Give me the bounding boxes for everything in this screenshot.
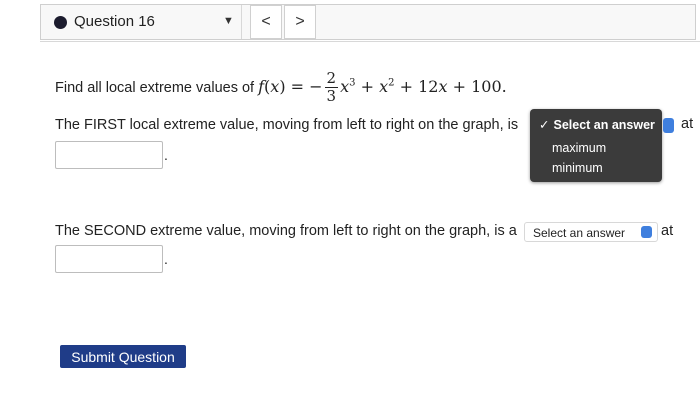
first-extreme-sentence: The FIRST local extreme value, moving fr… <box>55 117 519 133</box>
first-at-label: at <box>681 116 694 132</box>
next-question-button[interactable]: > <box>284 5 316 39</box>
first-extreme-value-input[interactable] <box>55 141 163 169</box>
problem-statement: Find all local extreme values of f(x) = … <box>55 70 507 105</box>
check-icon: ✓ <box>539 118 550 132</box>
question-label: Question 16 <box>74 13 155 30</box>
dropdown-selected-option[interactable]: ✓ Select an answer <box>539 117 655 132</box>
select-label: Select an answer <box>533 226 626 240</box>
previous-question-button[interactable]: < <box>250 5 282 39</box>
first-extreme-type-dropdown[interactable]: ✓ Select an answer maximum minimum <box>530 109 662 182</box>
divider <box>40 41 700 42</box>
first-period: . <box>164 147 168 163</box>
dropdown-option-minimum[interactable]: minimum <box>552 161 603 175</box>
chevron-down-icon: ▼ <box>223 15 234 27</box>
second-extreme-sentence: The SECOND extreme value, moving from le… <box>55 223 517 239</box>
question-status-icon <box>54 16 67 29</box>
submit-question-button[interactable]: Submit Question <box>60 345 186 368</box>
second-period: . <box>164 251 168 267</box>
question-nav-bar: Question 16 ▼ < > <box>40 4 696 40</box>
up-down-arrows-icon[interactable] <box>663 118 674 133</box>
question-select[interactable]: Question 16 ▼ <box>41 5 242 39</box>
fraction: 23 <box>324 69 339 105</box>
dropdown-option-maximum[interactable]: maximum <box>552 141 606 155</box>
second-extreme-value-input[interactable] <box>55 245 163 273</box>
problem-prompt: Find all local extreme values of <box>55 80 255 96</box>
second-extreme-type-select[interactable]: Select an answer <box>524 222 658 242</box>
up-down-arrows-icon <box>641 226 652 238</box>
function-formula: f(x) = −2 3 x3 + x2 + 12x + 100. <box>258 69 507 105</box>
second-at-label: at <box>661 223 674 239</box>
